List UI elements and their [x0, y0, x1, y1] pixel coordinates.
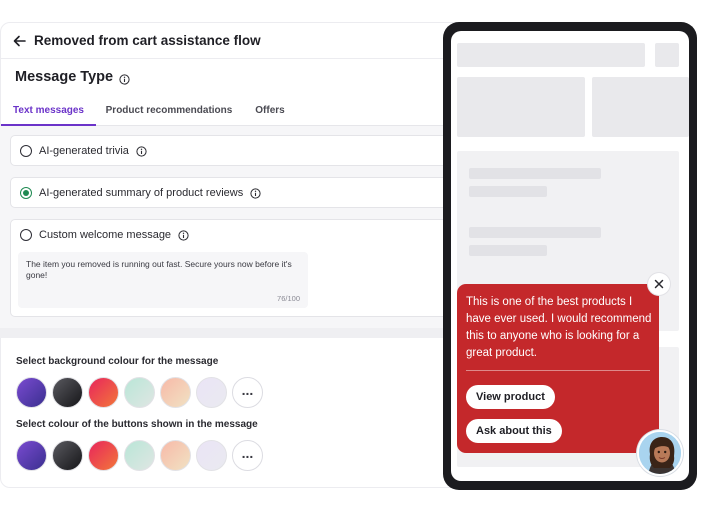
info-icon[interactable]	[136, 145, 147, 157]
swatch-lavender[interactable]	[196, 440, 227, 471]
tab-product-recommendations[interactable]: Product recommendations	[99, 95, 239, 126]
button-colour-swatches: ...	[16, 440, 263, 471]
placeholder-line	[469, 245, 547, 256]
popup-message: This is one of the best products I have …	[466, 296, 652, 359]
custom-message-input[interactable]: The item you removed is running out fast…	[18, 252, 308, 308]
swatch-peach[interactable]	[160, 440, 191, 471]
card-header: Removed from cart assistance flow	[1, 23, 499, 59]
radio-button[interactable]	[20, 145, 32, 157]
option-row: Custom welcome message	[20, 229, 189, 241]
section-title: Message Type	[15, 69, 114, 85]
swatch-purple[interactable]	[16, 440, 47, 471]
page-title: Removed from cart assistance flow	[34, 33, 261, 48]
tab-offers[interactable]: Offers	[241, 95, 299, 126]
swatch-red-orange[interactable]	[88, 377, 119, 408]
option-review-summary[interactable]: AI-generated summary of product reviews	[10, 177, 450, 208]
ask-about-this-button[interactable]: Ask about this	[466, 419, 562, 443]
placeholder-bar	[655, 43, 679, 67]
swatch-mint[interactable]	[124, 440, 155, 471]
custom-message-text: The item you removed is running out fast…	[26, 259, 292, 280]
placeholder-line	[469, 186, 547, 197]
swatch-red-orange[interactable]	[88, 440, 119, 471]
info-icon[interactable]	[178, 229, 189, 241]
background-colour-swatches: ...	[16, 377, 263, 408]
assistant-avatar[interactable]	[637, 430, 683, 476]
more-icon[interactable]: ...	[232, 377, 263, 408]
placeholder-line	[469, 227, 601, 238]
swatch-purple[interactable]	[16, 377, 47, 408]
character-counter: 76/100	[277, 294, 300, 303]
button-colour-label: Select colour of the buttons shown in th…	[16, 419, 258, 430]
swatch-peach[interactable]	[160, 377, 191, 408]
back-arrow-icon[interactable]	[12, 34, 26, 48]
radio-button[interactable]	[20, 229, 32, 241]
message-type-heading: Message Type	[15, 69, 130, 85]
more-icon[interactable]: ...	[232, 440, 263, 471]
view-product-button[interactable]: View product	[466, 385, 555, 409]
background-colour-label: Select background colour for the message	[16, 356, 219, 367]
swatch-black[interactable]	[52, 377, 83, 408]
placeholder-block	[592, 77, 689, 137]
option-trivia[interactable]: AI-generated trivia	[10, 135, 450, 166]
placeholder-block	[457, 77, 585, 137]
radio-button-selected[interactable]	[20, 187, 32, 199]
info-icon[interactable]	[119, 72, 130, 85]
option-label: AI-generated summary of product reviews	[39, 187, 244, 199]
swatch-mint[interactable]	[124, 377, 155, 408]
option-label: Custom welcome message	[39, 229, 172, 241]
popup-divider	[466, 370, 650, 371]
placeholder-bar	[457, 43, 645, 67]
option-label: AI-generated trivia	[39, 145, 129, 157]
info-icon[interactable]	[250, 187, 261, 199]
close-icon[interactable]	[648, 273, 670, 295]
swatch-lavender[interactable]	[196, 377, 227, 408]
section-divider	[0, 328, 500, 338]
tab-text-messages[interactable]: Text messages	[1, 95, 96, 126]
option-row: AI-generated summary of product reviews	[20, 187, 261, 199]
message-type-tabs: Text messages Product recommendations Of…	[1, 95, 499, 126]
placeholder-line	[469, 168, 601, 179]
option-custom-welcome[interactable]: Custom welcome message The item you remo…	[10, 219, 450, 317]
swatch-black[interactable]	[52, 440, 83, 471]
chat-popup: This is one of the best products I have …	[457, 284, 659, 453]
option-row: AI-generated trivia	[20, 145, 147, 157]
